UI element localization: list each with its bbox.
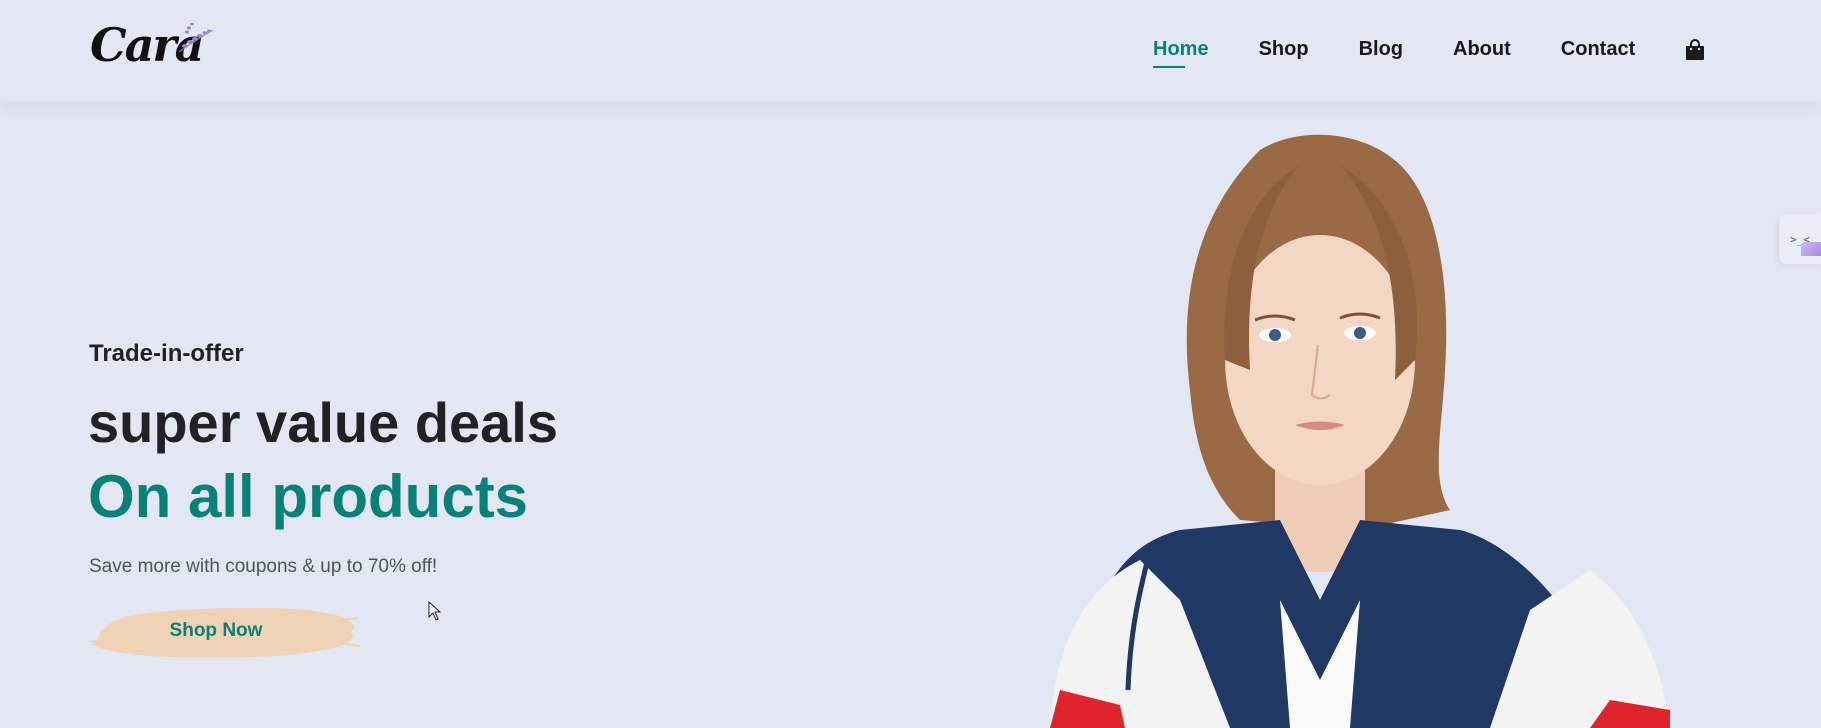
- hero-title: super value deals: [88, 391, 559, 454]
- shop-now-button[interactable]: Shop Now: [90, 602, 360, 662]
- hero-title-accent: On all products: [88, 463, 529, 530]
- site-header: Cara Home Shop Blog About Contact: [0, 0, 1821, 102]
- nav-item-shop[interactable]: Shop: [1259, 38, 1309, 61]
- nav-item-home[interactable]: Home: [1153, 38, 1209, 68]
- hero-subtitle: Trade-in-offer: [89, 340, 244, 367]
- hero-description: Save more with coupons & up to 70% off!: [89, 556, 438, 577]
- mouse-cursor-icon: [428, 601, 442, 621]
- lavender-icon: [178, 22, 214, 53]
- nav-item-blog[interactable]: Blog: [1359, 38, 1403, 61]
- main-nav: Home Shop Blog About Contact: [1153, 38, 1705, 68]
- nav-item-contact[interactable]: Contact: [1561, 38, 1635, 61]
- shopping-bag-icon[interactable]: [1685, 38, 1705, 61]
- hero-model-image: [1050, 134, 1670, 728]
- brand-logo[interactable]: Cara: [90, 18, 220, 74]
- nav-item-about[interactable]: About: [1453, 38, 1511, 61]
- side-tab-gradient: [1801, 242, 1821, 256]
- shop-now-label: Shop Now: [169, 620, 263, 641]
- side-panel-toggle[interactable]: >_<: [1779, 214, 1821, 264]
